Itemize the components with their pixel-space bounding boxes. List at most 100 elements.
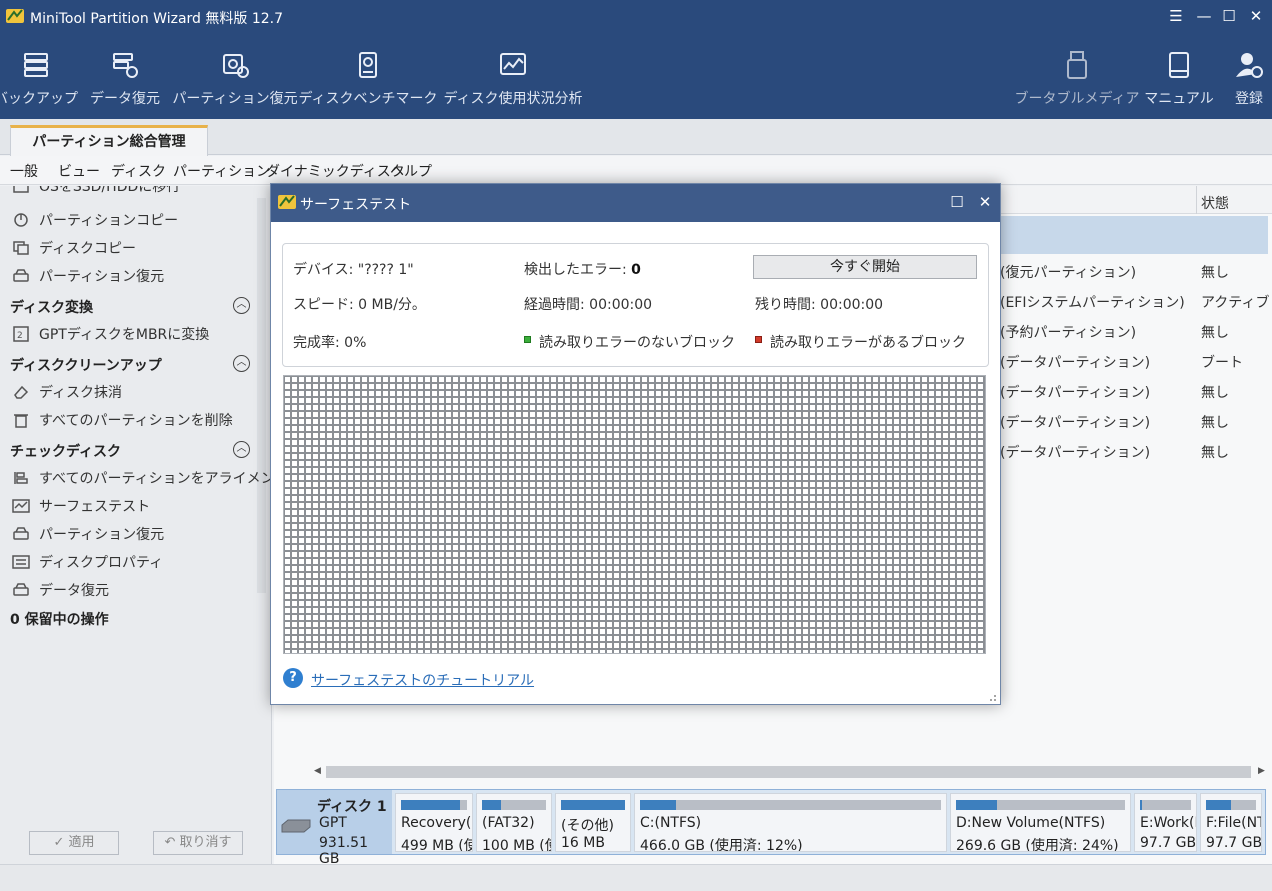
apply-button[interactable]: ✓ 適用 — [29, 831, 119, 855]
progress-info: 完成率: 0% — [293, 332, 366, 352]
toolbar-backup-button[interactable]: バックアップ — [0, 50, 78, 116]
action-copy-disk[interactable]: ディスクコピー — [12, 237, 136, 259]
menu-dynamic-disk[interactable]: ダイナミックディスク — [266, 161, 405, 181]
hard-disk-icon — [281, 819, 311, 833]
remaining-label: 残り時間: — [755, 297, 816, 313]
device-label: デバイス: — [293, 262, 354, 278]
toolbar-label: データ復元 — [90, 91, 160, 107]
toolbar-label: ディスク使用状況分析 — [443, 91, 583, 107]
selected-disk-row[interactable] — [996, 216, 1268, 254]
partition-size: 97.7 GB — [1206, 835, 1262, 851]
start-now-button[interactable]: 今すぐ開始 — [753, 255, 977, 279]
disk-benchmark-icon — [359, 52, 377, 78]
action-gpt-to-mbr[interactable]: 2 GPTディスクをMBRに変換 — [12, 323, 209, 345]
disk-type: GPT — [319, 815, 347, 831]
action-wipe-disk[interactable]: ディスク抹消 — [12, 381, 122, 403]
toolbar-space-analyzer-button[interactable]: ディスク使用状況分析 — [443, 50, 583, 116]
partition-recovery-icon — [13, 527, 29, 540]
register-icon — [1236, 53, 1263, 78]
partition-type-cell: (データパーティション) — [1000, 445, 1151, 461]
menu-icon[interactable]: ☰ — [1166, 6, 1186, 26]
toolbar-label: ディスクベンチマーク — [298, 91, 438, 107]
partition-block[interactable]: Recovery(N 499 MB (使 — [395, 793, 473, 852]
resize-grip-icon[interactable] — [985, 690, 997, 702]
partition-type-cell: (復元パーティション) — [1000, 265, 1137, 281]
partition-block[interactable]: (その他) 16 MB — [555, 793, 631, 852]
usage-bar — [1206, 800, 1256, 810]
partition-status-cell: 無し — [1201, 445, 1229, 461]
menu-view[interactable]: ビュー — [58, 161, 100, 181]
partition-block[interactable]: F:File(NT 97.7 GB — [1200, 793, 1262, 852]
action-partition-recovery[interactable]: パーティション復元 — [12, 265, 164, 287]
action-copy-partition[interactable]: パーティションコピー — [12, 209, 178, 231]
dialog-maximize-button[interactable]: ☐ — [948, 193, 966, 211]
collapse-icon[interactable]: ︿ — [233, 355, 250, 372]
action-label: ディスクプロパティ — [39, 555, 164, 571]
migrate-os-icon — [13, 186, 29, 193]
disk-label-block[interactable]: ディスク 1 GPT 931.51 GB — [277, 790, 392, 867]
action-migrate-os[interactable]: OSをSSD/HDDに移行 — [12, 186, 180, 197]
close-button[interactable]: ✕ — [1246, 6, 1266, 26]
partition-block[interactable]: (FAT32) 100 MB (使 — [476, 793, 552, 852]
partition-type-cell: (EFIシステムパーティション) — [1000, 295, 1185, 311]
partition-status-cell: アクティブ & — [1201, 295, 1272, 311]
action-disk-properties[interactable]: ディスクプロパティ — [12, 551, 163, 573]
help-icon[interactable]: ? — [283, 668, 303, 688]
convert-disk-icon: 2 — [13, 326, 29, 342]
toolbar-disk-benchmark-button[interactable]: ディスクベンチマーク — [298, 50, 438, 116]
partition-block[interactable]: C:(NTFS) 466.0 GB (使用済: 12%) — [634, 793, 947, 852]
data-recovery-icon — [13, 583, 29, 596]
partition-size: 97.7 GB — [1140, 835, 1197, 851]
toolbar-manual-button[interactable]: マニュアル — [1144, 50, 1214, 116]
toolbar-register-button[interactable]: 登録 — [1232, 50, 1266, 116]
collapse-icon[interactable]: ︿ — [233, 441, 250, 458]
svg-text:2: 2 — [17, 331, 23, 341]
partition-block[interactable]: D:New Volume(NTFS) 269.6 GB (使用済: 24%) — [950, 793, 1131, 852]
partition-block[interactable]: E:Work(N 97.7 GB — [1134, 793, 1197, 852]
menu-disk[interactable]: ディスク — [111, 161, 166, 181]
tutorial-link[interactable]: サーフェステストのチュートリアル — [311, 670, 534, 690]
toolbar-data-recovery-button[interactable]: データ復元 — [90, 50, 160, 116]
partition-name: F:File(NT — [1206, 815, 1262, 831]
action-data-recovery[interactable]: データ復元 — [12, 579, 109, 601]
undo-button[interactable]: ↶ 取り消す — [153, 831, 243, 855]
menu-help[interactable]: ヘルプ — [390, 161, 432, 181]
menu-partition[interactable]: パーティション — [173, 161, 270, 181]
scroll-left-icon[interactable]: ◀ — [314, 766, 321, 776]
menu-general[interactable]: 一般 — [10, 161, 38, 181]
partition-size: 100 MB (使 — [482, 838, 552, 852]
block-grid — [283, 375, 986, 654]
action-label: すべてのパーティションをアライメント — [39, 471, 289, 487]
horizontal-scrollbar[interactable] — [326, 766, 1251, 778]
copy-disk-icon — [13, 241, 29, 255]
left-scrollbar[interactable] — [257, 198, 266, 593]
action-surface-test[interactable]: サーフェステスト — [12, 495, 150, 517]
action-align-all-partitions[interactable]: すべてのパーティションをアライメント — [12, 467, 289, 489]
partial-item-clip: OSをSSD/HDDに移行 — [0, 186, 256, 198]
app-logo-icon — [6, 9, 24, 23]
toolbar-partition-recovery-button[interactable]: パーティション復元 — [172, 50, 298, 116]
action-delete-all-partitions[interactable]: すべてのパーティションを削除 — [12, 409, 233, 431]
minimize-button[interactable]: — — [1194, 6, 1214, 26]
dialog-title: サーフェステスト — [300, 197, 412, 213]
elapsed-info: 経過時間: 00:00:00 — [524, 294, 652, 314]
column-status-header[interactable]: 状態 — [1201, 193, 1229, 213]
speed-label: スピード: — [293, 297, 354, 313]
trash-icon — [14, 414, 28, 428]
partition-size: 499 MB (使 — [401, 838, 473, 852]
collapse-icon[interactable]: ︿ — [233, 297, 250, 314]
window-title: MiniTool Partition Wizard 無料版 12.7 — [30, 11, 283, 27]
action-partition-recovery-2[interactable]: パーティション復元 — [12, 523, 164, 545]
partition-status-cell: 無し — [1201, 265, 1229, 281]
partition-size: 269.6 GB (使用済: 24%) — [956, 838, 1119, 852]
usage-fill — [956, 800, 997, 810]
toolbar-bootable-media-button[interactable]: ブータブルメディア — [1014, 50, 1140, 116]
dialog-close-button[interactable]: ✕ — [976, 193, 994, 211]
maximize-button[interactable]: ☐ — [1219, 6, 1239, 26]
partition-type-cell: (データパーティション) — [1000, 355, 1151, 371]
disk-size: 931.51 GB — [319, 835, 368, 867]
tab-partition-management[interactable]: パーティション総合管理 — [10, 125, 208, 156]
usage-bar — [956, 800, 1125, 810]
legend-ok-label: 読み取りエラーのないブロック — [539, 335, 735, 351]
scroll-right-icon[interactable]: ▶ — [1258, 766, 1265, 776]
